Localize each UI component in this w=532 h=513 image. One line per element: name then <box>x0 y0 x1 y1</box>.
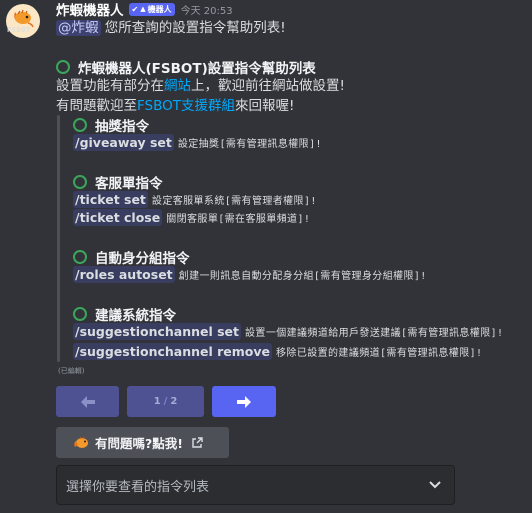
command-row: /ticket set 設定客服單系統[需有管理者權限]! <box>73 191 317 208</box>
command-row: /suggestionchannel set 設置一個建議頻道給用戶發送建議[需… <box>73 323 503 340</box>
desc-text: 設置功能有部分在 <box>56 78 164 94</box>
message-text: 您所查詢的設置指令幫助列表! <box>100 20 286 36</box>
command-row: /suggestionchannel remove 移除已設置的建議頻道[需有管… <box>73 343 482 360</box>
section-title-roles: 自動身分組指令 <box>73 247 190 267</box>
user-mention[interactable]: @炸蝦 <box>56 20 101 36</box>
support-server-link[interactable]: FSBOT支援群組 <box>137 98 235 114</box>
command-description: 關閉客服單[需在客服單頻道]! <box>166 214 311 225</box>
chevron-down-icon <box>429 481 441 489</box>
command-code[interactable]: /giveaway set <box>73 134 174 151</box>
help-button-label: 有問題嗎?點我! <box>95 436 183 451</box>
command-description: 創建一則訊息自動分配身分組[需有管理身分組權限]! <box>178 271 427 282</box>
current-page: 1 <box>153 396 161 407</box>
next-page-button[interactable] <box>212 386 276 417</box>
arrow-right-icon <box>237 395 251 408</box>
arrow-left-icon <box>80 395 95 408</box>
command-row: /giveaway set 設定抽獎[需有管理訊息權限]! <box>73 134 322 151</box>
green-circle-icon <box>56 60 70 74</box>
avatar-caption: FSBOT <box>7 26 31 34</box>
section-title-ticket: 客服單指令 <box>73 172 163 192</box>
total-pages: 2 <box>170 396 178 407</box>
command-code[interactable]: /ticket close <box>73 209 163 226</box>
website-link[interactable]: 網站 <box>164 78 191 94</box>
bot-badge: ✔ ▲ 機器人 <box>128 2 175 16</box>
command-description: 設定抽獎[需有管理訊息權限]! <box>177 139 322 150</box>
help-link-button[interactable]: 有問題嗎?點我! <box>56 427 229 458</box>
author-name[interactable]: 炸蝦機器人 <box>56 0 124 19</box>
section-title-giveaway: 抽獎指令 <box>73 115 149 135</box>
desc-text: 有問題歡迎至 <box>56 98 137 114</box>
command-code[interactable]: /suggestionchannel set <box>73 323 242 340</box>
page-indicator-button[interactable]: 1 / 2 <box>127 386 204 417</box>
desc-text: 上，歡迎前往網站做設置! <box>191 78 345 94</box>
section-title-text: 建議系統指令 <box>95 308 176 324</box>
bot-badge-label: 機器人 <box>147 4 172 14</box>
blockquote-bar <box>57 115 60 362</box>
green-circle-icon <box>73 307 87 321</box>
green-circle-icon <box>73 175 87 189</box>
command-list-select[interactable]: 選擇你要查看的指令列表 <box>56 465 455 505</box>
message-header: 炸蝦機器人 ✔ ▲ 機器人 今天 20:53 <box>56 0 233 19</box>
command-code[interactable]: /roles autoset <box>73 266 175 283</box>
previous-page-button[interactable] <box>56 386 119 417</box>
message-content: @炸蝦 您所查詢的設置指令幫助列表! <box>56 18 286 38</box>
command-description: 設定客服單系統[需有管理者權限]! <box>151 196 317 207</box>
external-link-icon <box>192 436 203 448</box>
timestamp[interactable]: 今天 20:53 <box>181 2 233 17</box>
command-row: /roles autoset 創建一則訊息自動分配身分組[需有管理身分組權限]! <box>73 266 427 283</box>
command-code[interactable]: /suggestionchannel remove <box>73 343 273 360</box>
command-code[interactable]: /ticket set <box>73 191 148 208</box>
embed-description-line1: 設置功能有部分在網站上，歡迎前往網站做設置! <box>56 74 345 94</box>
desc-text: 來回報喔! <box>235 98 295 114</box>
section-title-text: 客服單指令 <box>95 176 163 192</box>
shrimp-icon <box>74 436 88 448</box>
bot-icon: ▲ <box>140 4 146 13</box>
section-title-text: 自動身分組指令 <box>95 251 190 267</box>
edited-label: (已編輯) <box>58 367 85 375</box>
command-description: 移除已設置的建議頻道[需有管理訊息權限]! <box>276 348 483 359</box>
section-title-suggestion: 建議系統指令 <box>73 304 176 324</box>
verified-check-icon: ✔ <box>131 4 139 14</box>
green-circle-icon <box>73 250 87 264</box>
select-placeholder: 選擇你要查看的指令列表 <box>66 479 210 495</box>
green-circle-icon <box>73 118 87 132</box>
command-row: /ticket close 關閉客服單[需在客服單頻道]! <box>73 209 310 226</box>
section-title-text: 抽獎指令 <box>95 119 149 135</box>
page-separator: / <box>163 396 168 407</box>
embed-description-line2: 有問題歡迎至FSBOT支援群組來回報喔! <box>56 94 294 114</box>
command-description: 設置一個建議頻道給用戶發送建議[需有管理訊息權限]! <box>245 328 504 339</box>
